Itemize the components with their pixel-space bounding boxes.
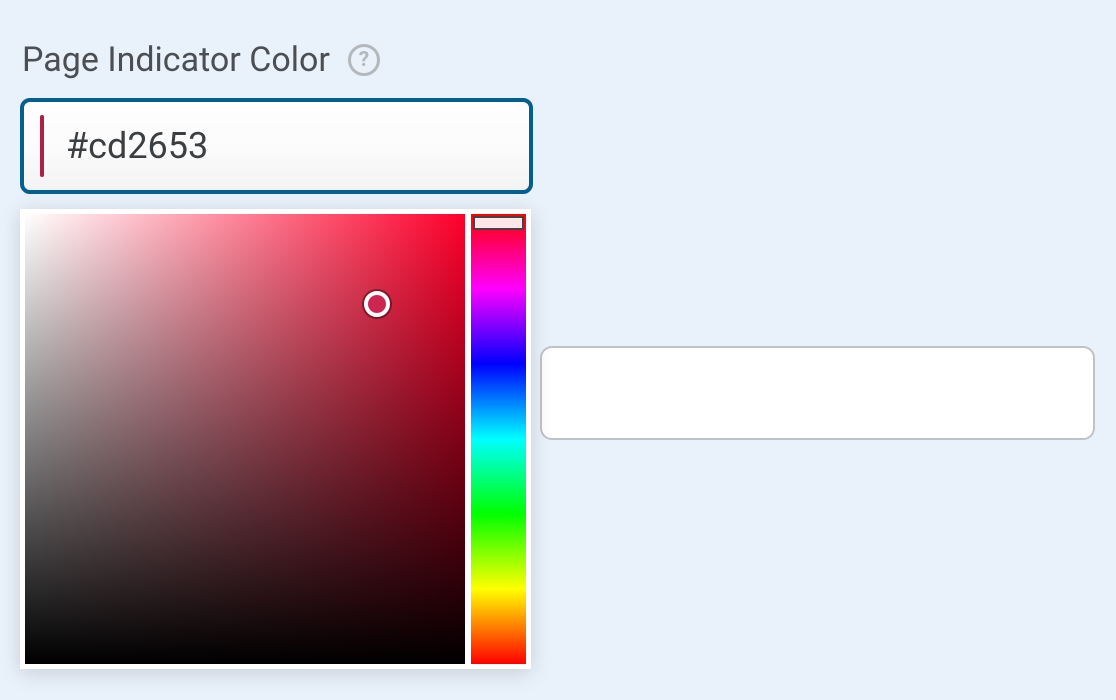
help-icon-symbol: ? [359,48,369,72]
color-swatch[interactable] [40,115,44,177]
field-label: Page Indicator Color [22,40,330,80]
field-label-row: Page Indicator Color ? [22,40,1096,80]
secondary-input-field[interactable] [540,346,1095,440]
color-hex-input[interactable] [66,125,522,167]
color-picker-panel [20,209,531,669]
hue-handle[interactable] [473,216,524,230]
help-icon[interactable]: ? [348,44,380,76]
saturation-area[interactable] [25,214,465,664]
hue-slider[interactable] [471,214,526,664]
saturation-handle[interactable] [364,291,390,317]
color-input-field[interactable] [20,98,533,194]
saturation-black-layer [25,214,465,664]
